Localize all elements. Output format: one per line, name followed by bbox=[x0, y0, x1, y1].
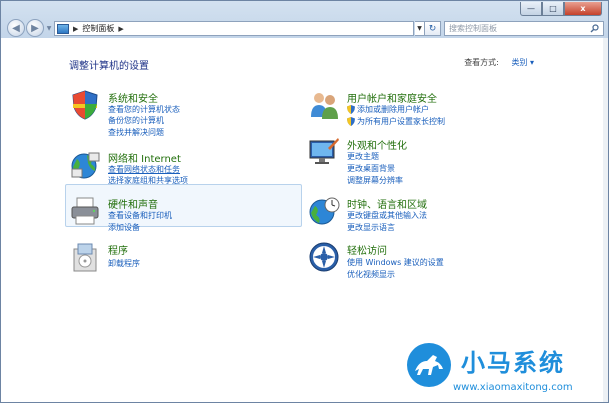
optimize-visual-display-link[interactable]: 优化视频显示 bbox=[347, 269, 395, 280]
close-button[interactable]: x bbox=[564, 2, 602, 16]
change-theme-link[interactable]: 更改主题 bbox=[347, 151, 379, 162]
back-arrow-icon: ◀ bbox=[12, 22, 20, 34]
user-accounts-icon bbox=[311, 93, 338, 119]
appearance-title[interactable]: 外观和个性化 bbox=[347, 137, 407, 152]
recent-pages-dropdown[interactable]: ▼ bbox=[45, 19, 53, 37]
breadcrumb-chevron-icon[interactable]: ▶ bbox=[73, 25, 78, 33]
backup-computer-link[interactable]: 备份您的计算机 bbox=[108, 115, 164, 126]
maximize-button[interactable]: □ bbox=[542, 2, 564, 16]
forward-arrow-icon: ▶ bbox=[31, 22, 39, 34]
view-network-status-link[interactable]: 查看网络状态和任务 bbox=[108, 164, 180, 175]
uac-shield-icon bbox=[347, 117, 355, 126]
change-display-language-link[interactable]: 更改显示语言 bbox=[347, 222, 395, 233]
category-network-internet: 网络和 Internet 查看网络状态和任务 选择家庭组和共享选项 bbox=[69, 149, 289, 193]
category-hardware-sound: 硬件和声音 查看设备和打印机 添加设备 bbox=[69, 195, 269, 235]
watermark-logo: 小马系统 www.xiaomaxitong.com bbox=[405, 341, 607, 401]
title-bar: — □ x ◀ ▶ ▼ ▶ 控制面板 ▶ ▼ ↻ 搜索控制面板 bbox=[1, 1, 608, 38]
category-clock-language-region: 时钟、语言和区域 更改键盘或其他输入法 更改显示语言 bbox=[308, 195, 508, 235]
minimize-button[interactable]: — bbox=[520, 2, 542, 16]
category-system-security: 系统和安全 查看您的计算机状态 备份您的计算机 查找并解决问题 bbox=[69, 89, 269, 139]
horse-logo-icon bbox=[407, 343, 451, 387]
network-internet-title[interactable]: 网络和 Internet bbox=[108, 150, 181, 165]
watermark-title: 小马系统 bbox=[461, 349, 565, 377]
search-placeholder: 搜索控制面板 bbox=[449, 24, 497, 33]
add-remove-accounts-link[interactable]: 添加或删除用户帐户 bbox=[347, 104, 429, 115]
control-panel-icon bbox=[57, 23, 69, 34]
add-device-link[interactable]: 添加设备 bbox=[108, 222, 140, 233]
devices-printers-link[interactable]: 查看设备和打印机 bbox=[108, 210, 172, 221]
printer-icon bbox=[71, 197, 99, 225]
forward-button[interactable]: ▶ bbox=[26, 19, 44, 37]
category-ease-of-access: 轻松访问 使用 Windows 建议的设置 优化视频显示 bbox=[308, 241, 508, 281]
recommended-settings-link[interactable]: 使用 Windows 建议的设置 bbox=[347, 257, 444, 268]
window-controls: — □ x bbox=[520, 2, 602, 16]
clock-globe-icon bbox=[309, 197, 340, 225]
ease-of-access-icon bbox=[309, 242, 339, 272]
change-background-link[interactable]: 更改桌面背景 bbox=[347, 163, 395, 174]
parental-controls-link[interactable]: 为所有用户设置家长控制 bbox=[347, 116, 445, 127]
address-dropdown-button[interactable]: ▼ bbox=[415, 21, 425, 36]
category-programs: 程序 卸载程序 bbox=[69, 241, 269, 277]
change-keyboards-link[interactable]: 更改键盘或其他输入法 bbox=[347, 210, 427, 221]
system-security-title[interactable]: 系统和安全 bbox=[108, 90, 158, 105]
view-by-label: 查看方式: bbox=[464, 58, 499, 67]
programs-title[interactable]: 程序 bbox=[108, 242, 128, 257]
back-button[interactable]: ◀ bbox=[7, 19, 25, 37]
refresh-icon: ↻ bbox=[428, 23, 437, 34]
page-title: 调整计算机的设置 bbox=[69, 61, 149, 72]
breadcrumb-control-panel[interactable]: 控制面板 bbox=[82, 23, 114, 34]
view-computer-status-link[interactable]: 查看您的计算机状态 bbox=[108, 104, 180, 115]
search-icon bbox=[590, 24, 599, 33]
system-security-shield-icon bbox=[72, 90, 98, 120]
user-accounts-title[interactable]: 用户帐户和家庭安全 bbox=[347, 90, 437, 105]
search-input[interactable]: 搜索控制面板 bbox=[444, 21, 604, 36]
uac-shield-icon bbox=[347, 105, 355, 114]
homegroup-sharing-link[interactable]: 选择家庭组和共享选项 bbox=[108, 175, 188, 186]
control-panel-window: — □ x ◀ ▶ ▼ ▶ 控制面板 ▶ ▼ ↻ 搜索控制面板 调整计算机的设置… bbox=[0, 0, 609, 403]
appearance-monitor-icon bbox=[309, 138, 339, 164]
ease-of-access-title[interactable]: 轻松访问 bbox=[347, 242, 387, 257]
view-by: 查看方式: 类别 ▾ bbox=[464, 57, 534, 68]
category-user-accounts: 用户帐户和家庭安全 添加或删除用户帐户 为所有用户设置家长控制 bbox=[308, 89, 528, 129]
hardware-sound-title[interactable]: 硬件和声音 bbox=[108, 196, 158, 211]
screen-resolution-link[interactable]: 调整屏幕分辨率 bbox=[347, 175, 403, 186]
uninstall-program-link[interactable]: 卸载程序 bbox=[108, 258, 140, 269]
add-remove-accounts-label: 添加或删除用户帐户 bbox=[357, 105, 429, 114]
programs-icon bbox=[73, 243, 97, 272]
watermark-url: www.xiaomaxitong.com bbox=[453, 382, 573, 393]
refresh-button[interactable]: ↻ bbox=[425, 21, 441, 36]
clock-language-title[interactable]: 时钟、语言和区域 bbox=[347, 196, 427, 211]
network-globe-icon bbox=[71, 152, 100, 179]
parental-controls-label: 为所有用户设置家长控制 bbox=[357, 117, 445, 126]
category-appearance: 外观和个性化 更改主题 更改桌面背景 调整屏幕分辨率 bbox=[308, 136, 508, 186]
breadcrumb-chevron-icon[interactable]: ▶ bbox=[118, 25, 123, 33]
view-by-dropdown[interactable]: 类别 ▾ bbox=[511, 58, 534, 67]
troubleshoot-link[interactable]: 查找并解决问题 bbox=[108, 127, 164, 138]
address-bar[interactable]: ▶ 控制面板 ▶ bbox=[54, 21, 414, 36]
